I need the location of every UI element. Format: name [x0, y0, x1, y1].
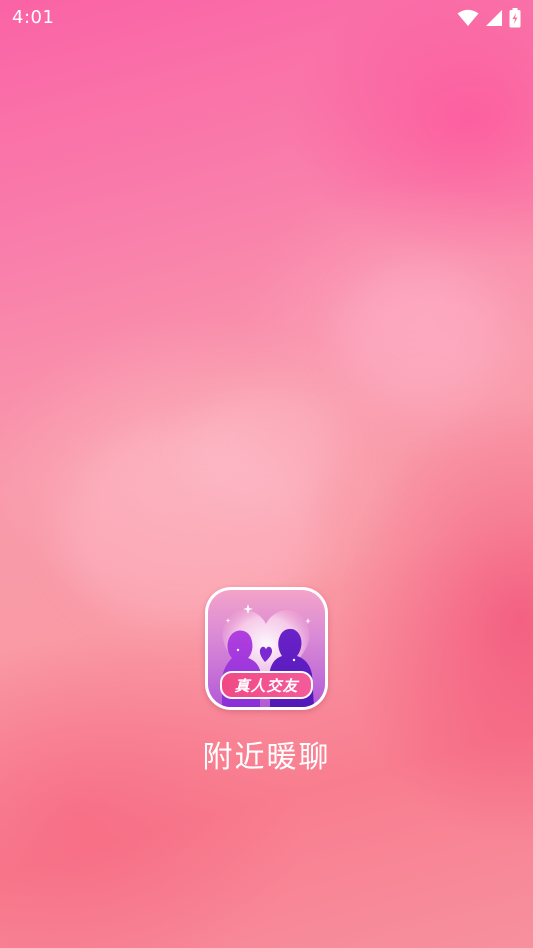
app-icon: 真人交友 — [205, 587, 328, 710]
cell-signal-icon — [485, 9, 503, 31]
status-time: 4:01 — [12, 7, 55, 28]
background-blob — [190, 390, 340, 510]
status-bar: 4:01 — [0, 0, 533, 36]
icon-badge-text: 真人交友 — [234, 676, 299, 695]
icon-badge: 真人交友 — [220, 671, 313, 699]
splash-screen: 4:01 真人交友 附近暖聊 — [0, 0, 533, 948]
app-icon-artwork: 真人交友 — [208, 590, 325, 707]
battery-charging-icon — [509, 8, 521, 32]
app-name: 附近暖聊 — [202, 740, 331, 775]
background-blob — [340, 265, 500, 405]
wifi-icon — [457, 9, 479, 31]
status-icons — [457, 8, 521, 32]
